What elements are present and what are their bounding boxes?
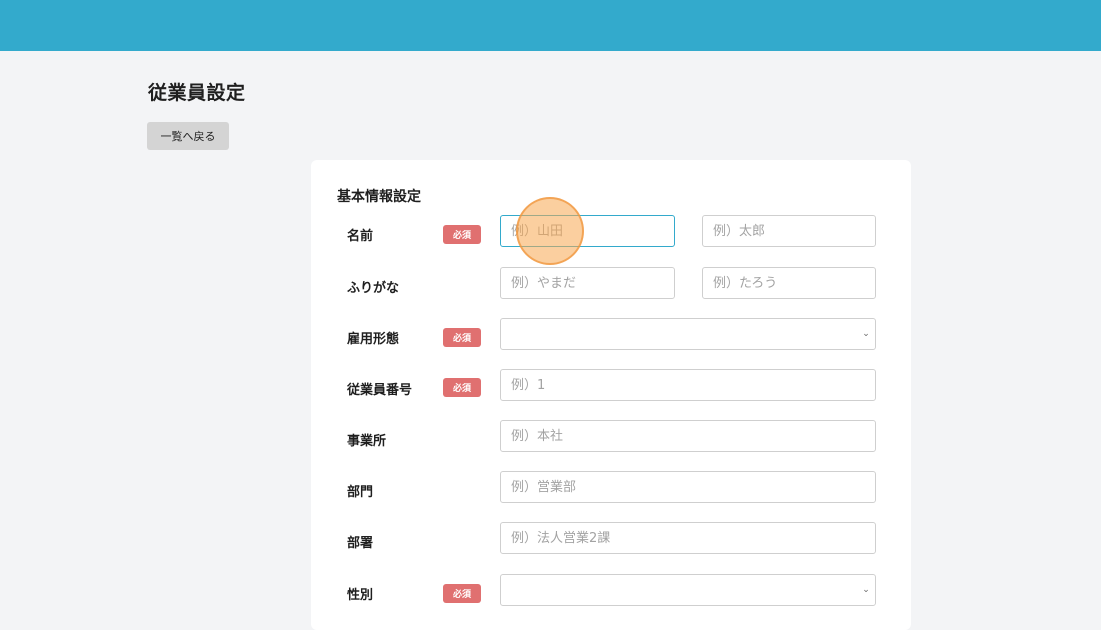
division-label: 部門 [347,485,374,500]
first-name-input[interactable] [702,215,876,247]
chevron-down-icon: ⌄ [862,329,870,339]
required-badge: 必須 [443,225,481,244]
employee-number-label: 従業員番号 [347,383,413,398]
office-input[interactable] [500,420,876,452]
back-to-list-button[interactable]: 一覧へ戻る [147,122,229,150]
gender-select[interactable]: ⌄ [500,574,876,606]
employment-type-select[interactable]: ⌄ [500,318,876,350]
required-badge: 必須 [443,584,481,603]
first-name-furigana-input[interactable] [702,267,876,299]
chevron-down-icon: ⌄ [862,585,870,595]
name-label: 名前 [347,229,374,244]
required-badge: 必須 [443,378,481,397]
last-name-input[interactable] [500,215,675,247]
division-input[interactable] [500,471,876,503]
last-name-furigana-input[interactable] [500,267,675,299]
section-title: 基本情報設定 [337,189,421,205]
page-title: 従業員設定 [148,82,246,104]
top-header-bar [0,0,1101,51]
department-input[interactable] [500,522,876,554]
employee-number-input[interactable] [500,369,876,401]
employment-type-label: 雇用形態 [347,332,400,347]
furigana-label: ふりがな [347,281,400,296]
required-badge: 必須 [443,328,481,347]
department-label: 部署 [347,536,374,551]
office-label: 事業所 [347,434,387,449]
gender-label: 性別 [347,588,374,603]
